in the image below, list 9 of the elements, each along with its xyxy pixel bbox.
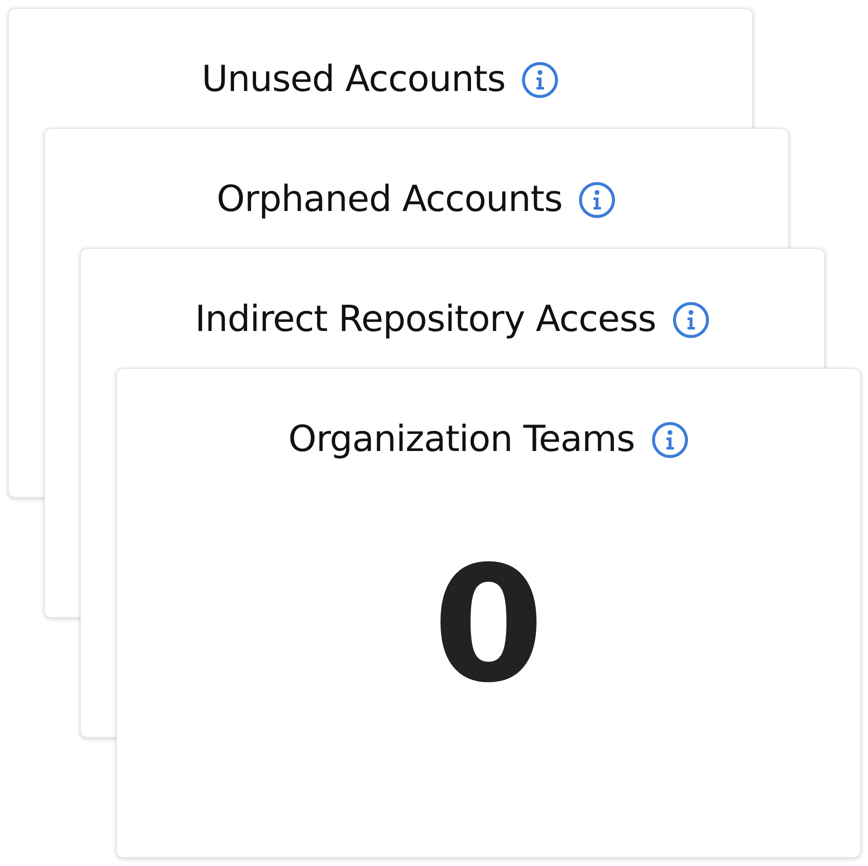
card-title: Organization Teams [288,419,635,460]
info-icon[interactable] [578,180,616,218]
card-title: Indirect Repository Access [195,299,656,340]
info-icon[interactable] [521,60,560,98]
card-title: Orphaned Accounts [216,179,562,220]
info-icon[interactable] [672,300,710,338]
metric-value: 0 [432,545,544,705]
info-icon[interactable] [650,420,689,458]
card-title: Unused Accounts [202,59,506,100]
